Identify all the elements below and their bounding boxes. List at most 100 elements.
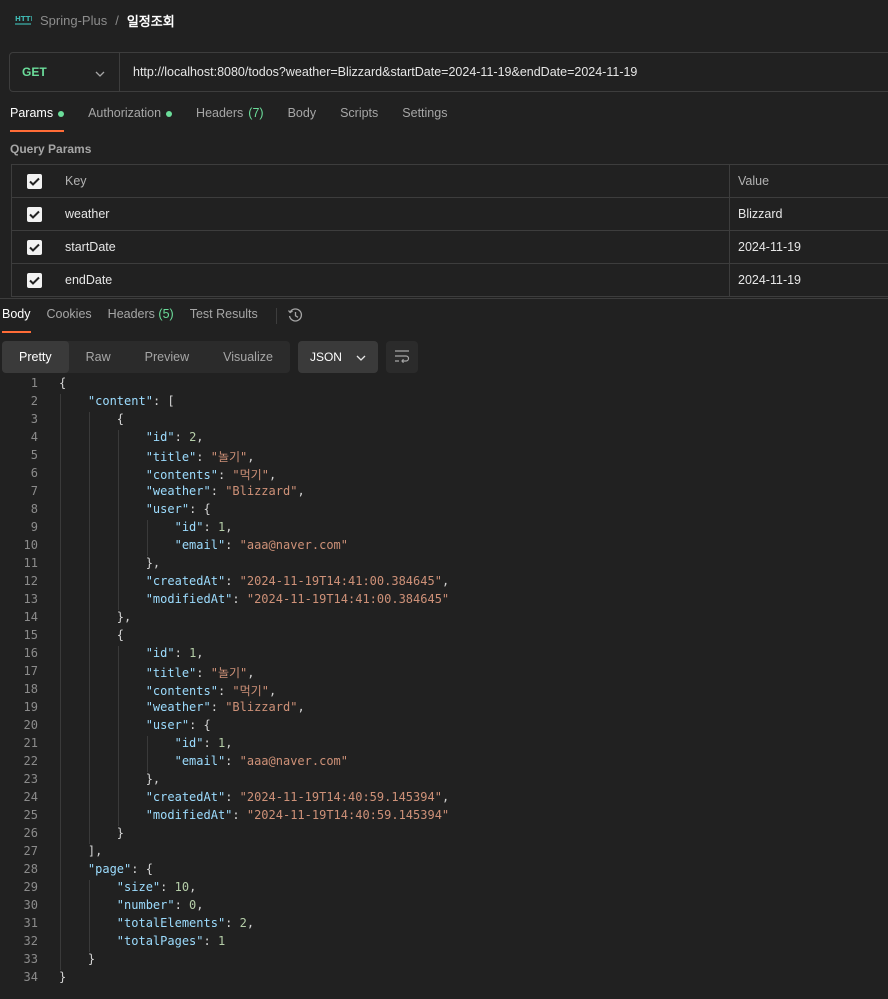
param-key[interactable]: startDate (56, 231, 730, 263)
line-number: 12 (23, 574, 38, 588)
breadcrumb-current[interactable]: 일정조회 (127, 11, 175, 30)
indent-guide (146, 736, 148, 754)
table-row: weather Blizzard (12, 198, 888, 231)
line-number: 7 (30, 484, 38, 498)
view-preview-button[interactable]: Preview (128, 341, 206, 373)
indent-guide (60, 664, 61, 682)
code-line: "user": { (145, 718, 211, 732)
row-checkbox[interactable] (26, 239, 42, 255)
tab-scripts[interactable]: Scripts (340, 106, 378, 132)
breadcrumb-parent[interactable]: Spring-Plus (40, 13, 107, 28)
view-raw-button[interactable]: Raw (69, 341, 128, 373)
indent-guide (60, 520, 61, 538)
param-key[interactable]: weather (56, 198, 730, 230)
indent-guide (117, 448, 119, 466)
line-number: 24 (23, 790, 38, 804)
indent-guide (60, 466, 61, 484)
indent-guide (60, 754, 61, 772)
line-number: 17 (23, 664, 38, 678)
indent-guide (60, 862, 61, 880)
line-number: 18 (23, 682, 38, 696)
tab-body[interactable]: Body (288, 106, 317, 132)
indent-guide (88, 880, 90, 898)
view-mode-group: Pretty Raw Preview Visualize (2, 341, 290, 373)
indent-guide (60, 916, 61, 934)
indent-guide (60, 502, 61, 520)
row-checkbox[interactable] (26, 206, 42, 222)
indent-guide (88, 808, 90, 826)
pane-divider[interactable] (0, 298, 888, 299)
indent-guide (60, 880, 61, 898)
code-line: } (59, 952, 96, 966)
column-header-key: Key (56, 165, 730, 197)
code-line: }, (59, 772, 161, 786)
tab-label: Settings (402, 106, 448, 120)
tab-headers[interactable]: Headers (7) (196, 106, 264, 132)
indent-guide (60, 610, 61, 628)
indent-guide (88, 754, 90, 772)
tab-cookies[interactable]: Cookies (47, 307, 92, 333)
tab-settings[interactable]: Settings (402, 106, 447, 132)
code-line: "totalPages": 1 (116, 934, 226, 948)
line-number: 34 (23, 970, 38, 984)
svg-text:HTTP: HTTP (15, 15, 32, 23)
indent-guide (88, 682, 90, 700)
indent-guide (60, 772, 61, 790)
tab-test-results[interactable]: Test Results (190, 307, 258, 333)
format-select[interactable]: JSON (297, 341, 378, 373)
response-tabs: Body Cookies Headers (5) Test Results (2, 307, 304, 333)
param-value[interactable]: 2024-11-19 (730, 231, 888, 263)
breadcrumb-separator: / (115, 12, 119, 28)
tab-response-body[interactable]: Body (2, 307, 31, 333)
url-input[interactable]: http://localhost:8080/todos?weather=Bliz… (120, 65, 637, 79)
line-number: 30 (23, 898, 38, 912)
indent-guide (60, 952, 61, 970)
line-number: 32 (23, 934, 38, 948)
view-visualize-button[interactable]: Visualize (206, 341, 290, 373)
code-line: "page": { (87, 862, 153, 876)
code-line: "email": "aaa@naver.com" (174, 754, 348, 768)
param-value[interactable]: Blizzard (730, 198, 888, 230)
row-checkbox[interactable] (26, 272, 42, 288)
indent-guide (60, 412, 61, 430)
history-icon[interactable] (287, 307, 304, 327)
indent-guide (60, 448, 61, 466)
line-number: 3 (30, 412, 38, 426)
line-number: 25 (23, 808, 38, 822)
line-number: 28 (23, 862, 38, 876)
param-key[interactable]: endDate (56, 264, 730, 296)
query-params-table: Key Value weather Blizzard startDate 202… (11, 164, 888, 297)
indent-guide (88, 610, 90, 628)
code-line: "user": { (145, 502, 211, 516)
indent-guide (117, 646, 119, 664)
line-number: 16 (23, 646, 38, 660)
tab-response-headers[interactable]: Headers (5) (108, 307, 174, 333)
indent-guide (146, 520, 148, 538)
code-line: "id": 2, (145, 430, 204, 444)
line-number: 1 (30, 376, 38, 390)
line-number: 26 (23, 826, 38, 840)
indent-guide (88, 628, 90, 646)
indent-guide (60, 898, 61, 916)
view-pretty-button[interactable]: Pretty (2, 341, 69, 373)
indent-guide (60, 736, 61, 754)
code-line: "email": "aaa@naver.com" (174, 538, 348, 552)
code-line: "contents": "먹기", (145, 684, 277, 698)
tab-params[interactable]: Params (10, 106, 65, 132)
wrap-lines-button[interactable] (385, 341, 418, 373)
indent-guide (60, 934, 61, 952)
tab-authorization[interactable]: Authorization (88, 106, 173, 132)
line-number: 23 (23, 772, 38, 786)
param-value[interactable]: 2024-11-19 (730, 264, 888, 296)
code-line: { (59, 376, 67, 390)
line-number: 2 (30, 394, 38, 408)
code-line: "weather": "Blizzard", (145, 700, 305, 714)
method-select[interactable]: GET (10, 53, 120, 91)
code-line: "content": [ (87, 394, 175, 408)
view-toolbar: Pretty Raw Preview Visualize JSON (2, 341, 418, 373)
indent-guide (117, 736, 119, 754)
indent-guide (117, 718, 119, 736)
indent-guide (88, 718, 90, 736)
indent-guide (117, 502, 119, 520)
select-all-checkbox[interactable] (26, 173, 42, 189)
